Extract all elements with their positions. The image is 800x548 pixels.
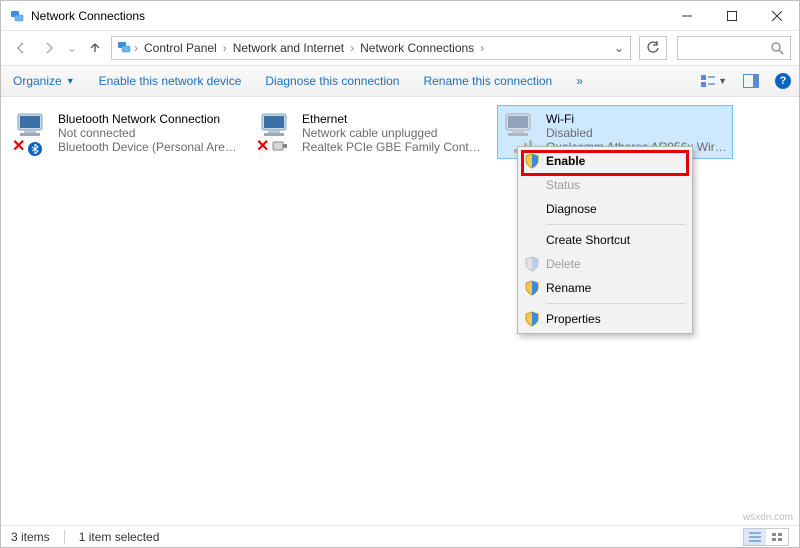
separator bbox=[546, 224, 686, 225]
recent-locations-button[interactable]: ⌄ bbox=[65, 36, 79, 60]
context-item-status: Status bbox=[518, 173, 692, 197]
context-item-diagnose[interactable]: Diagnose bbox=[518, 197, 692, 221]
disconnected-icon: ✕ bbox=[256, 136, 269, 156]
context-item-enable[interactable]: Enable bbox=[518, 149, 692, 173]
separator bbox=[546, 303, 686, 304]
large-icons-view-icon[interactable] bbox=[766, 529, 788, 545]
diagnose-label: Diagnose this connection bbox=[265, 74, 399, 88]
enable-device-button[interactable]: Enable this network device bbox=[95, 70, 246, 92]
context-label: Diagnose bbox=[546, 202, 597, 216]
window-title: Network Connections bbox=[31, 9, 145, 23]
chevron-right-icon[interactable]: › bbox=[350, 41, 354, 55]
chevron-right-icon[interactable]: › bbox=[134, 41, 138, 55]
adapter-icon: ✕ bbox=[258, 110, 302, 154]
context-item-delete: Delete bbox=[518, 252, 692, 276]
title-bar: Network Connections bbox=[1, 1, 799, 31]
preview-pane-button[interactable] bbox=[743, 74, 759, 88]
connection-name: Bluetooth Network Connection bbox=[58, 112, 240, 126]
close-button[interactable] bbox=[754, 1, 799, 31]
breadcrumb-item[interactable]: Control Panel bbox=[140, 39, 221, 57]
shield-icon bbox=[524, 153, 540, 169]
ethernet-plug-icon bbox=[272, 141, 288, 156]
rename-connection-button[interactable]: Rename this connection bbox=[419, 70, 556, 92]
disconnected-icon: ✕ bbox=[12, 136, 25, 156]
adapter-icon: ✕ bbox=[14, 110, 58, 154]
connection-status: Network cable unplugged bbox=[302, 126, 484, 140]
view-options-button[interactable]: ▼ bbox=[700, 74, 727, 88]
shield-icon bbox=[524, 256, 540, 272]
search-input[interactable] bbox=[677, 36, 791, 60]
context-item-rename[interactable]: Rename bbox=[518, 276, 692, 300]
network-icon bbox=[9, 8, 25, 24]
connection-name: Ethernet bbox=[302, 112, 484, 126]
chevron-down-icon: ▼ bbox=[718, 76, 727, 86]
connection-name: Wi-Fi bbox=[546, 112, 728, 126]
network-icon bbox=[116, 39, 132, 58]
connection-status: Disabled bbox=[546, 126, 728, 140]
separator bbox=[64, 530, 65, 544]
context-label: Properties bbox=[546, 312, 601, 326]
chevron-down-icon: ▼ bbox=[66, 76, 75, 86]
connection-item-ethernet[interactable]: ✕ Ethernet Network cable unplugged Realt… bbox=[253, 105, 489, 159]
context-label: Enable bbox=[546, 154, 585, 168]
back-button[interactable] bbox=[9, 36, 33, 60]
context-label: Create Shortcut bbox=[546, 233, 630, 247]
view-toggle[interactable] bbox=[743, 528, 789, 546]
address-dropdown[interactable]: ⌄ bbox=[608, 41, 630, 55]
breadcrumb-item[interactable]: Network and Internet bbox=[229, 39, 348, 57]
navigation-bar: ⌄ › Control Panel › Network and Internet… bbox=[1, 31, 799, 65]
connection-device: Realtek PCIe GBE Family Controller bbox=[302, 140, 484, 154]
shield-icon bbox=[524, 311, 540, 327]
breadcrumb-item[interactable]: Network Connections bbox=[356, 39, 478, 57]
context-item-properties[interactable]: Properties bbox=[518, 307, 692, 331]
chevron-right-icon[interactable]: › bbox=[480, 41, 484, 55]
context-menu: Enable Status Diagnose Create Shortcut D… bbox=[517, 146, 693, 334]
command-bar: Organize ▼ Enable this network device Di… bbox=[1, 65, 799, 97]
overflow-label: » bbox=[576, 74, 583, 88]
maximize-button[interactable] bbox=[709, 1, 754, 31]
chevron-right-icon[interactable]: › bbox=[223, 41, 227, 55]
watermark: wsxdn.com bbox=[743, 512, 793, 523]
organize-label: Organize bbox=[13, 74, 62, 88]
minimize-button[interactable] bbox=[664, 1, 709, 31]
bluetooth-icon bbox=[28, 142, 42, 156]
selection-count: 1 item selected bbox=[79, 530, 160, 544]
up-button[interactable] bbox=[83, 36, 107, 60]
diagnose-connection-button[interactable]: Diagnose this connection bbox=[261, 70, 403, 92]
forward-button[interactable] bbox=[37, 36, 61, 60]
item-count: 3 items bbox=[11, 530, 50, 544]
refresh-button[interactable] bbox=[639, 36, 667, 60]
status-bar: 3 items 1 item selected bbox=[1, 525, 799, 547]
context-label: Delete bbox=[546, 257, 581, 271]
shield-icon bbox=[524, 280, 540, 296]
connection-status: Not connected bbox=[58, 126, 240, 140]
rename-label: Rename this connection bbox=[423, 74, 552, 88]
enable-label: Enable this network device bbox=[99, 74, 242, 88]
organize-menu[interactable]: Organize ▼ bbox=[9, 70, 79, 92]
context-item-create-shortcut[interactable]: Create Shortcut bbox=[518, 228, 692, 252]
help-button[interactable]: ? bbox=[775, 73, 791, 89]
search-icon bbox=[770, 41, 784, 55]
details-view-icon[interactable] bbox=[744, 529, 766, 545]
overflow-button[interactable]: » bbox=[572, 70, 587, 92]
connection-item-bluetooth[interactable]: ✕ Bluetooth Network Connection Not conne… bbox=[9, 105, 245, 159]
address-bar[interactable]: › Control Panel › Network and Internet ›… bbox=[111, 36, 631, 60]
connection-device: Bluetooth Device (Personal Area ... bbox=[58, 140, 240, 154]
context-label: Rename bbox=[546, 281, 591, 295]
context-label: Status bbox=[546, 178, 580, 192]
